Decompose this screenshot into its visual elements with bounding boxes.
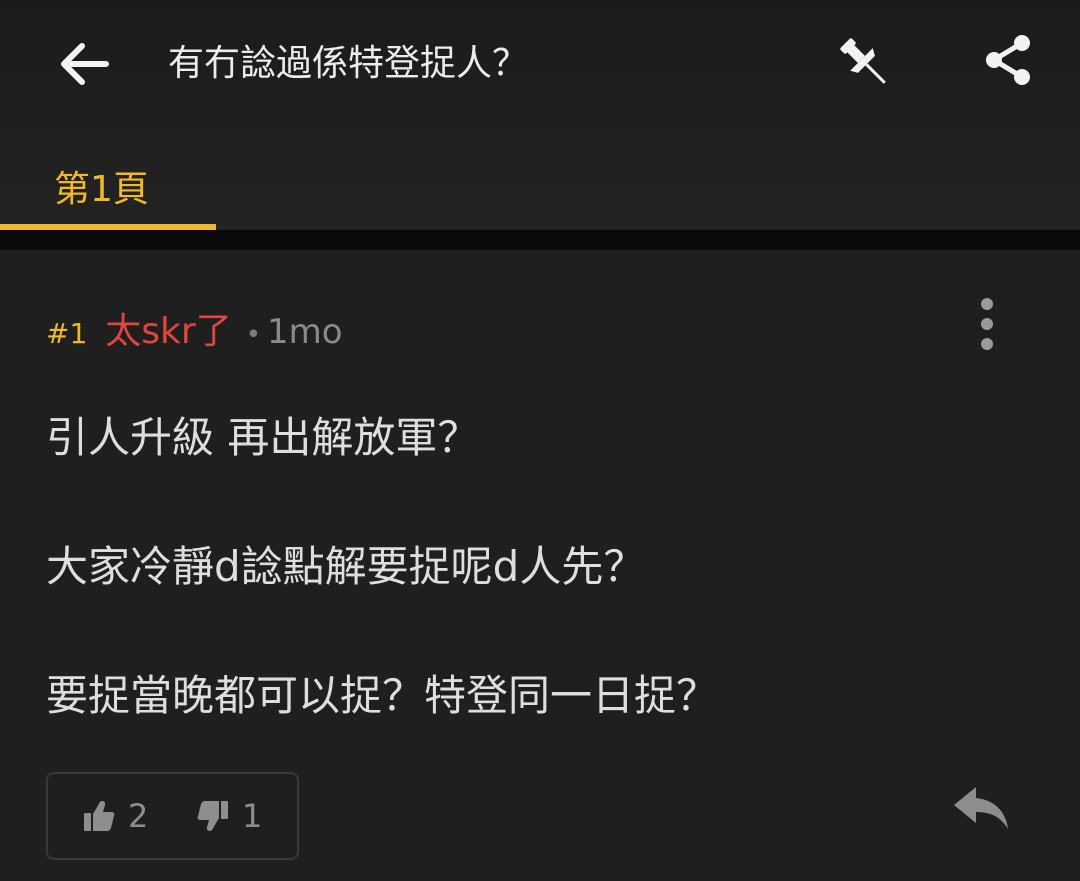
thumbs-up-icon <box>84 801 115 831</box>
more-vertical-icon <box>981 298 993 310</box>
more-vertical-icon-dot <box>981 318 993 330</box>
thumbs-down-icon <box>197 801 228 831</box>
vote-box: 2 1 <box>46 772 299 860</box>
meta-separator: • <box>245 320 262 350</box>
like-button[interactable]: 2 <box>82 774 148 858</box>
share-button[interactable] <box>976 28 1040 92</box>
post-content-line: 要捉當晚都可以捉？特登同一日捉？ <box>46 671 719 720</box>
more-vertical-icon-dot <box>981 338 993 350</box>
back-button[interactable] <box>52 34 116 94</box>
like-count: 2 <box>128 797 149 835</box>
thread-screen: 有冇諗過係特登捉人？ 第1頁 #1 太skr了 • 1mo 引人升級 再出解放軍… <box>0 0 1080 881</box>
post-meta: #1 太skr了 • 1mo <box>46 302 343 352</box>
tab-label: 第1頁 <box>54 169 149 210</box>
dislike-button[interactable]: 1 <box>196 774 262 858</box>
top-bar: 有冇諗過係特登捉人？ 第1頁 <box>0 0 1080 230</box>
arrow-left-icon <box>61 43 109 85</box>
header-divider <box>0 230 1080 250</box>
post-author[interactable]: 太skr了 <box>105 302 231 354</box>
dislike-count: 1 <box>242 797 263 835</box>
thread-title: 有冇諗過係特登捉人？ <box>168 43 529 84</box>
more-options-button[interactable] <box>966 294 1008 354</box>
tab-page-1[interactable]: 第1頁 <box>0 150 216 230</box>
reply-button[interactable] <box>948 780 1014 836</box>
post-item: #1 太skr了 • 1mo 引人升級 再出解放軍？ 大家冷靜d諗點解要捉呢d人… <box>0 250 1080 881</box>
reply-icon <box>954 787 1008 829</box>
post-time: 1mo <box>267 312 343 352</box>
share-icon <box>986 35 1030 85</box>
pin-button[interactable] <box>830 28 900 98</box>
post-content-line: 引人升級 再出解放軍？ <box>46 413 480 462</box>
pushpin-icon <box>840 38 886 84</box>
post-number: #1 <box>46 317 88 350</box>
post-content-line: 大家冷靜d諗點解要捉呢d人先？ <box>46 542 646 591</box>
